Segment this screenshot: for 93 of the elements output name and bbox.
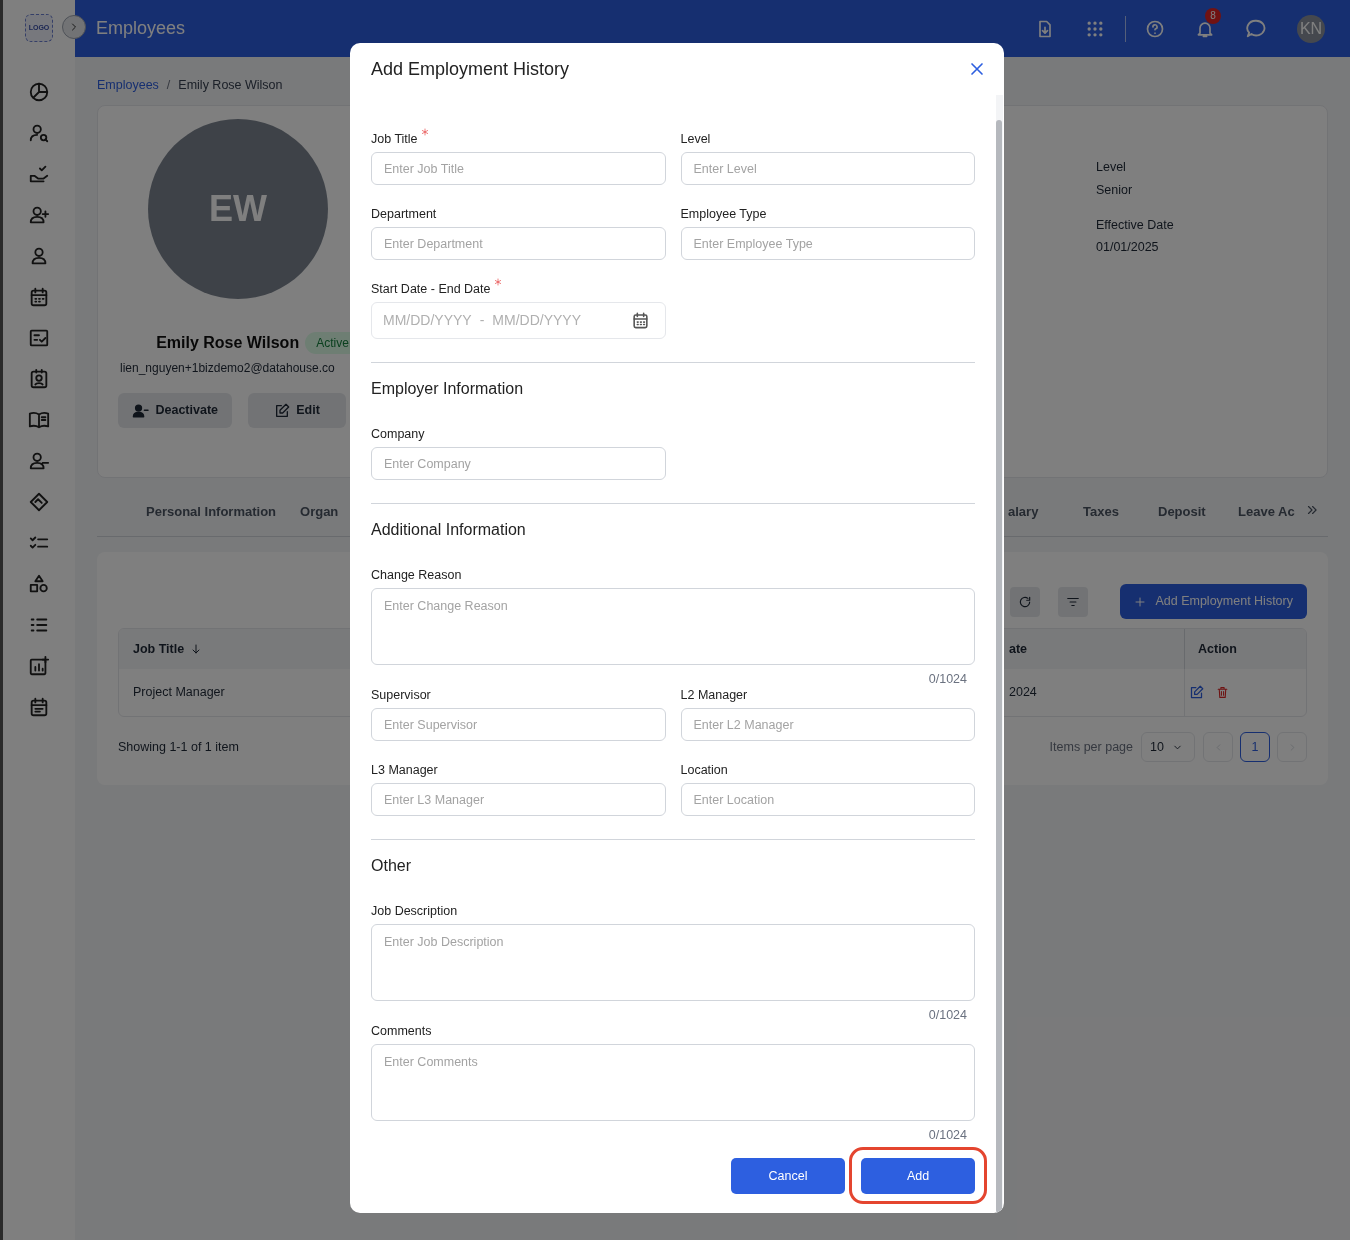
field-label: Supervisor <box>371 687 431 704</box>
field-label: Job Description <box>371 903 458 920</box>
column-header: ate <box>1009 641 1028 656</box>
calendar-icon[interactable] <box>28 286 50 308</box>
field-label: Company <box>371 426 425 443</box>
character-counter: 0/1024 <box>928 1007 967 1020</box>
input-field[interactable]: Enter Employee Type <box>680 227 975 260</box>
field-label: Location <box>680 762 728 779</box>
field-label: Comments <box>371 1023 432 1040</box>
section-heading: Additional Information <box>371 520 527 540</box>
text-area[interactable]: Enter Comments <box>371 1044 975 1121</box>
refresh-icon <box>1018 594 1033 609</box>
notification-badge: 8 <box>1205 7 1221 24</box>
user-plus-icon[interactable] <box>28 204 50 226</box>
user-search-icon[interactable] <box>28 122 50 144</box>
field-label: Department <box>371 206 437 223</box>
input-field[interactable]: Enter Supervisor <box>371 708 666 741</box>
filter-button[interactable] <box>1058 586 1089 617</box>
tab[interactable]: Deposit <box>1158 502 1206 522</box>
chart-pie-icon[interactable] <box>28 81 50 103</box>
character-counter: 0/1024 <box>928 1127 967 1140</box>
deactivate-button[interactable]: Deactivate <box>118 393 232 428</box>
detail-label: Level <box>1096 159 1127 176</box>
field-label: Start Date - End Date <box>371 281 491 298</box>
field-label: Change Reason <box>371 567 462 584</box>
checklist-icon[interactable] <box>28 327 50 349</box>
plus-icon <box>1134 595 1147 608</box>
double-chevron-right-icon[interactable] <box>1305 503 1319 517</box>
chart-add-icon[interactable] <box>28 655 50 677</box>
input-field[interactable]: Enter Job Title <box>371 152 666 185</box>
page-title: Employees <box>96 17 186 40</box>
detail-value: Senior <box>1096 181 1134 199</box>
input-field[interactable]: Enter L3 Manager <box>371 783 666 816</box>
user-minus-icon <box>132 401 150 420</box>
input-field[interactable]: Enter Company <box>371 447 666 480</box>
table-cell: 2024 <box>1009 685 1037 700</box>
user-minus-icon[interactable] <box>28 450 50 472</box>
start-date-placeholder: MM/DD/YYYY <box>383 311 472 330</box>
field-label: Employee Type <box>680 206 767 223</box>
id-badge-icon[interactable] <box>28 368 50 390</box>
help-icon[interactable] <box>1145 18 1165 39</box>
end-date-placeholder: MM/DD/YYYY <box>492 311 582 330</box>
employee-email: lien_nguyen+1bizdemo2@datahouse.co <box>120 360 335 377</box>
section-heading: Other <box>371 856 412 876</box>
add-button[interactable]: Add <box>861 1158 975 1194</box>
field-label: L3 Manager <box>371 762 438 779</box>
input-field[interactable]: Enter Location <box>680 783 975 816</box>
refresh-button[interactable] <box>1010 586 1041 617</box>
scrollbar-thumb[interactable] <box>996 120 1002 1213</box>
field-label: Level <box>680 131 711 148</box>
field-label: Job Title <box>371 131 418 148</box>
dialog-title: Add Employment History <box>371 57 570 81</box>
tab[interactable]: Personal Information <box>146 502 277 522</box>
tab[interactable]: Taxes <box>1083 502 1119 522</box>
cancel-button[interactable]: Cancel <box>731 1158 845 1194</box>
edit-button[interactable]: Edit <box>248 393 346 428</box>
calendar-icon[interactable] <box>630 311 650 330</box>
hand-check-icon[interactable] <box>28 163 50 185</box>
field-label: L2 Manager <box>680 687 748 704</box>
edit-icon <box>274 402 291 419</box>
text-area[interactable]: Enter Change Reason <box>371 588 975 665</box>
text-area[interactable]: Enter Job Description <box>371 924 975 1001</box>
book-icon[interactable] <box>28 409 50 431</box>
shapes-icon[interactable] <box>28 573 50 595</box>
detail-label: Effective Date <box>1096 216 1175 234</box>
date-separator: - <box>479 311 485 330</box>
page-size-select[interactable]: 10 <box>1141 732 1195 762</box>
page-button[interactable]: 1 <box>1240 732 1270 762</box>
calendar-note-icon[interactable] <box>28 696 50 718</box>
input-field[interactable]: Enter Department <box>371 227 666 260</box>
add-employment-history-button[interactable]: Add Employment History <box>1120 584 1307 619</box>
edit-icon[interactable] <box>1189 685 1204 700</box>
breadcrumb-separator: / <box>166 76 171 94</box>
breadcrumb-current: Emily Rose Wilson <box>178 76 283 94</box>
tab[interactable]: alary <box>1008 502 1039 522</box>
input-field[interactable]: Enter Level <box>680 152 975 185</box>
column-header: Action <box>1184 629 1237 669</box>
pagination-summary: Showing 1-1 of 1 item <box>118 738 239 756</box>
detail-value: 01/01/2025 <box>1096 239 1160 257</box>
breadcrumb-link[interactable]: Employees <box>97 75 159 95</box>
items-per-page-label: Items per page <box>1049 738 1133 756</box>
tab[interactable]: Organ <box>300 502 339 522</box>
character-counter: 0/1024 <box>928 671 967 684</box>
profile-avatar: EW <box>148 119 328 299</box>
trash-icon[interactable] <box>1216 686 1229 699</box>
section-heading: Employer Information <box>371 379 525 399</box>
date-range-field[interactable]: MM/DD/YYYY - MM/DD/YYYY <box>371 302 666 339</box>
table-cell: Project Manager <box>133 685 225 700</box>
input-field[interactable]: Enter L2 Manager <box>680 708 975 741</box>
chat-bubble-icon[interactable] <box>1245 17 1267 40</box>
tab[interactable]: Leave Ac <box>1238 502 1295 522</box>
column-header[interactable]: Job Title <box>133 639 185 659</box>
employee-name: Emily Rose Wilson <box>156 333 300 353</box>
